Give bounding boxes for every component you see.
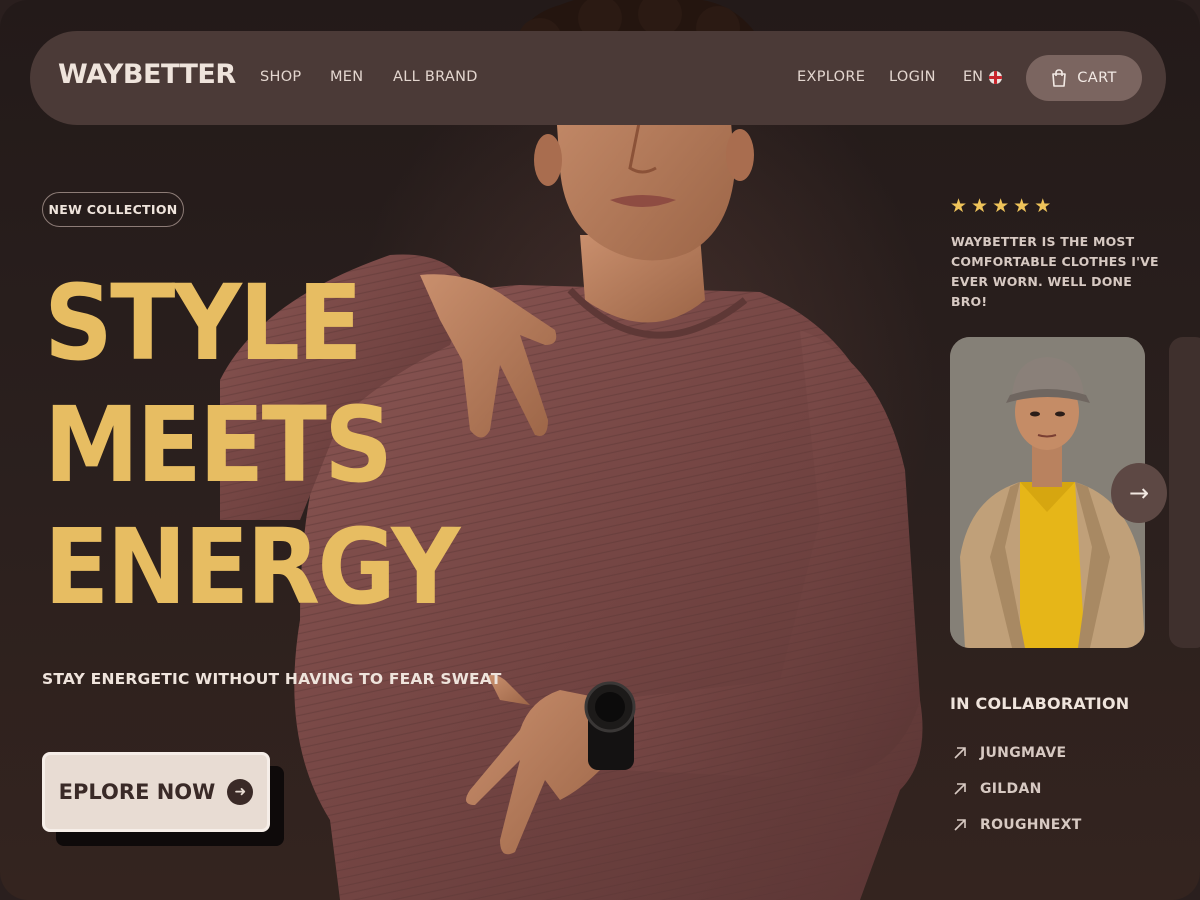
rating-stars: ★ ★ ★ ★ ★ [950, 196, 1051, 216]
headline-line-1: STYLE [44, 262, 363, 384]
arrow-up-right-icon [954, 819, 966, 831]
language-selector[interactable]: EN [963, 69, 1003, 85]
cart-label: CART [1077, 70, 1117, 86]
brand-name: ROUGHNEXT [980, 817, 1082, 833]
star-icon: ★ [971, 195, 989, 217]
nav-link-login[interactable]: LOGIN [889, 69, 936, 85]
new-collection-badge: NEW COLLECTION [42, 192, 184, 227]
language-label: EN [963, 69, 984, 85]
nav-link-all-brand[interactable]: ALL BRAND [393, 69, 478, 85]
brand-logo[interactable]: WAYBETTER [58, 59, 236, 90]
headline-line-2: MEETS [44, 384, 393, 506]
arrow-right-icon: → [1128, 479, 1150, 507]
nav-link-shop[interactable]: SHOP [260, 69, 301, 85]
headline-line-3: ENERGY [44, 506, 460, 628]
brand-link-gildan[interactable]: GILDAN [952, 781, 1042, 797]
cart-button[interactable]: CART [1026, 55, 1142, 101]
arrow-up-right-icon [954, 747, 966, 759]
collaboration-title: IN COLLABORATION [950, 694, 1130, 713]
hero-headline: STYLE MEETS ENERGY [44, 262, 522, 628]
arrow-up-right-icon [954, 783, 966, 795]
review-text: WAYBETTER IS THE MOST COMFORTABLE CLOTHE… [951, 234, 1159, 309]
carousel-next-button[interactable]: → [1111, 463, 1167, 523]
star-icon: ★ [1013, 195, 1031, 217]
arrow-right-circle-icon: ➜ [227, 779, 254, 805]
star-icon: ★ [950, 195, 968, 217]
uk-flag-icon [989, 70, 1003, 84]
brand-link-jungmave[interactable]: JUNGMAVE [952, 745, 1066, 761]
star-icon: ★ [1034, 195, 1052, 217]
star-icon: ★ [992, 195, 1010, 217]
next-product-card[interactable] [1169, 337, 1200, 648]
top-navbar: WAYBETTER SHOP MEN ALL BRAND EXPLORE LOG… [30, 31, 1166, 125]
nav-link-men[interactable]: MEN [330, 69, 363, 85]
landing-page: WAYBETTER SHOP MEN ALL BRAND EXPLORE LOG… [0, 0, 1200, 900]
explore-now-button[interactable]: EPLORE NOW ➜ [42, 752, 270, 832]
brand-name: JUNGMAVE [980, 745, 1067, 761]
shopping-bag-icon [1052, 69, 1067, 87]
cta-label: EPLORE NOW [58, 780, 216, 804]
nav-link-explore[interactable]: EXPLORE [797, 69, 865, 85]
brand-link-roughnext[interactable]: ROUGHNEXT [952, 817, 1082, 833]
brand-name: GILDAN [980, 781, 1042, 797]
hero-subline: STAY ENERGETIC WITHOUT HAVING TO FEAR SW… [42, 670, 502, 688]
